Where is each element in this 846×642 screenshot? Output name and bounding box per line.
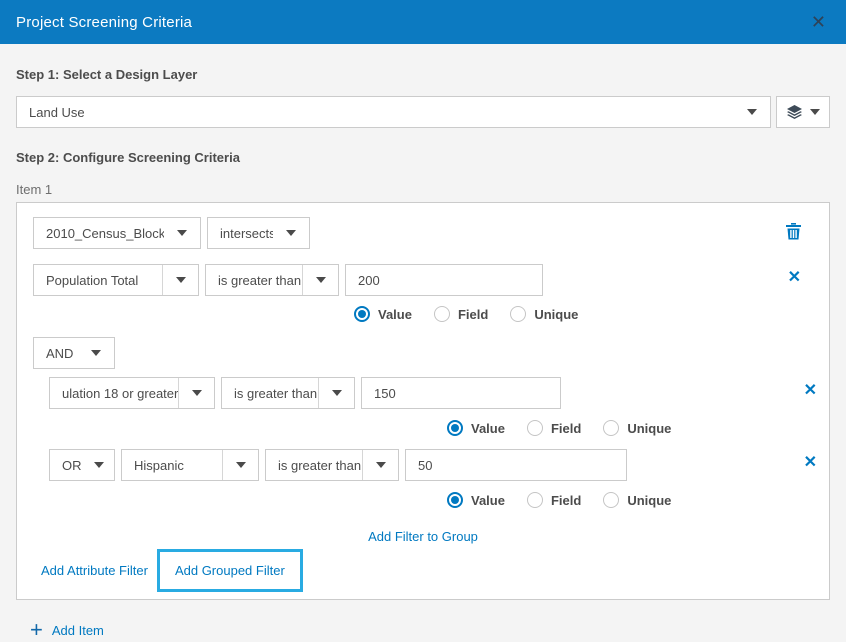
chevron-down-icon xyxy=(302,265,338,295)
chevron-down-icon xyxy=(734,97,770,127)
filter-value-input[interactable] xyxy=(345,264,543,296)
radio-value[interactable]: Value xyxy=(447,420,505,436)
remove-filter-button[interactable]: ✕ xyxy=(786,268,803,288)
radio-selected-icon xyxy=(447,420,463,436)
radio-selected-icon xyxy=(354,306,370,322)
operator-select[interactable]: is greater than xyxy=(265,449,399,481)
conjunction-select[interactable]: AND xyxy=(33,337,115,369)
radio-field[interactable]: Field xyxy=(527,420,581,436)
radio-icon xyxy=(603,492,619,508)
project-screening-criteria-dialog: Project Screening Criteria ✕ Step 1: Sel… xyxy=(0,0,846,632)
dialog-body: Step 1: Select a Design Layer Land Use S… xyxy=(0,67,846,639)
add-item-row[interactable]: + Add Item xyxy=(30,621,830,639)
filter-value-input[interactable] xyxy=(405,449,627,481)
remove-filter-button[interactable]: ✕ xyxy=(802,453,819,473)
conjunction-row: AND xyxy=(33,337,813,369)
radio-value[interactable]: Value xyxy=(447,492,505,508)
conjunction-select[interactable]: OR xyxy=(49,449,115,481)
chevron-down-icon xyxy=(162,265,198,295)
radio-unique[interactable]: Unique xyxy=(510,306,578,322)
radio-icon xyxy=(527,492,543,508)
step1-label: Step 1: Select a Design Layer xyxy=(16,67,830,82)
add-filter-to-group-row: Add Filter to Group xyxy=(33,528,813,546)
radio-value[interactable]: Value xyxy=(354,306,412,322)
chevron-down-icon xyxy=(362,450,398,480)
chevron-down-icon xyxy=(84,450,114,480)
chevron-down-icon xyxy=(164,218,200,248)
radio-unique[interactable]: Unique xyxy=(603,420,671,436)
add-grouped-filter-highlight: Add Grouped Filter xyxy=(157,549,303,592)
radio-icon xyxy=(527,420,543,436)
design-layer-row: Land Use xyxy=(16,96,830,128)
grouped-filter-row: ulation 18 or greater is greater than ✕ xyxy=(49,377,813,409)
filter-value-input[interactable] xyxy=(361,377,561,409)
grouped-filter-row: OR Hispanic is greater than ✕ xyxy=(49,449,813,481)
chevron-down-icon xyxy=(318,378,354,408)
remove-filter-button[interactable]: ✕ xyxy=(802,381,819,401)
field-select[interactable]: Population Total xyxy=(33,264,199,296)
radio-field[interactable]: Field xyxy=(527,492,581,508)
chevron-down-icon xyxy=(78,338,114,368)
step2-label: Step 2: Configure Screening Criteria xyxy=(16,150,830,165)
chevron-down-icon xyxy=(178,378,214,408)
item-panel: 2010_Census_Blocks intersects xyxy=(16,202,830,600)
dialog-title: Project Screening Criteria xyxy=(16,14,192,31)
add-item-link[interactable]: Add Item xyxy=(52,623,104,638)
chevron-down-icon xyxy=(810,109,820,115)
chevron-down-icon xyxy=(222,450,258,480)
add-filter-to-group-link[interactable]: Add Filter to Group xyxy=(368,529,478,544)
panel-footer-links: Add Attribute Filter Add Grouped Filter xyxy=(33,547,813,594)
item-label: Item 1 xyxy=(16,182,830,197)
layers-icon xyxy=(786,105,803,120)
radio-unique[interactable]: Unique xyxy=(603,492,671,508)
delete-item-button[interactable] xyxy=(784,221,803,242)
radio-icon xyxy=(434,306,450,322)
chevron-down-icon xyxy=(273,218,309,248)
field-select[interactable]: Hispanic xyxy=(121,449,259,481)
plus-icon: + xyxy=(30,621,43,639)
spatial-operator-select[interactable]: intersects xyxy=(207,217,310,249)
operator-select[interactable]: is greater than xyxy=(205,264,339,296)
attribute-filter-row: Population Total is greater than ✕ xyxy=(33,264,813,296)
close-icon[interactable]: ✕ xyxy=(807,13,830,31)
close-icon: ✕ xyxy=(804,382,817,399)
radio-icon xyxy=(603,420,619,436)
field-select[interactable]: ulation 18 or greater xyxy=(49,377,215,409)
radio-icon xyxy=(510,306,526,322)
design-layer-value: Land Use xyxy=(17,105,734,120)
criteria-layer-select[interactable]: 2010_Census_Blocks xyxy=(33,217,201,249)
add-attribute-filter-link[interactable]: Add Attribute Filter xyxy=(41,563,148,578)
value-type-radio-group: Value Field Unique xyxy=(33,491,813,509)
radio-field[interactable]: Field xyxy=(434,306,488,322)
layer-options-dropdown[interactable] xyxy=(776,96,830,128)
radio-selected-icon xyxy=(447,492,463,508)
dialog-header: Project Screening Criteria ✕ xyxy=(0,0,846,44)
close-icon: ✕ xyxy=(788,269,801,286)
trash-icon xyxy=(786,223,801,240)
value-type-radio-group: Value Field Unique xyxy=(33,305,813,323)
layer-operator-row: 2010_Census_Blocks intersects xyxy=(33,217,813,249)
operator-select[interactable]: is greater than xyxy=(221,377,355,409)
value-type-radio-group: Value Field Unique xyxy=(33,419,813,437)
add-grouped-filter-link[interactable]: Add Grouped Filter xyxy=(175,563,285,578)
close-icon: ✕ xyxy=(804,454,817,471)
design-layer-select[interactable]: Land Use xyxy=(16,96,771,128)
